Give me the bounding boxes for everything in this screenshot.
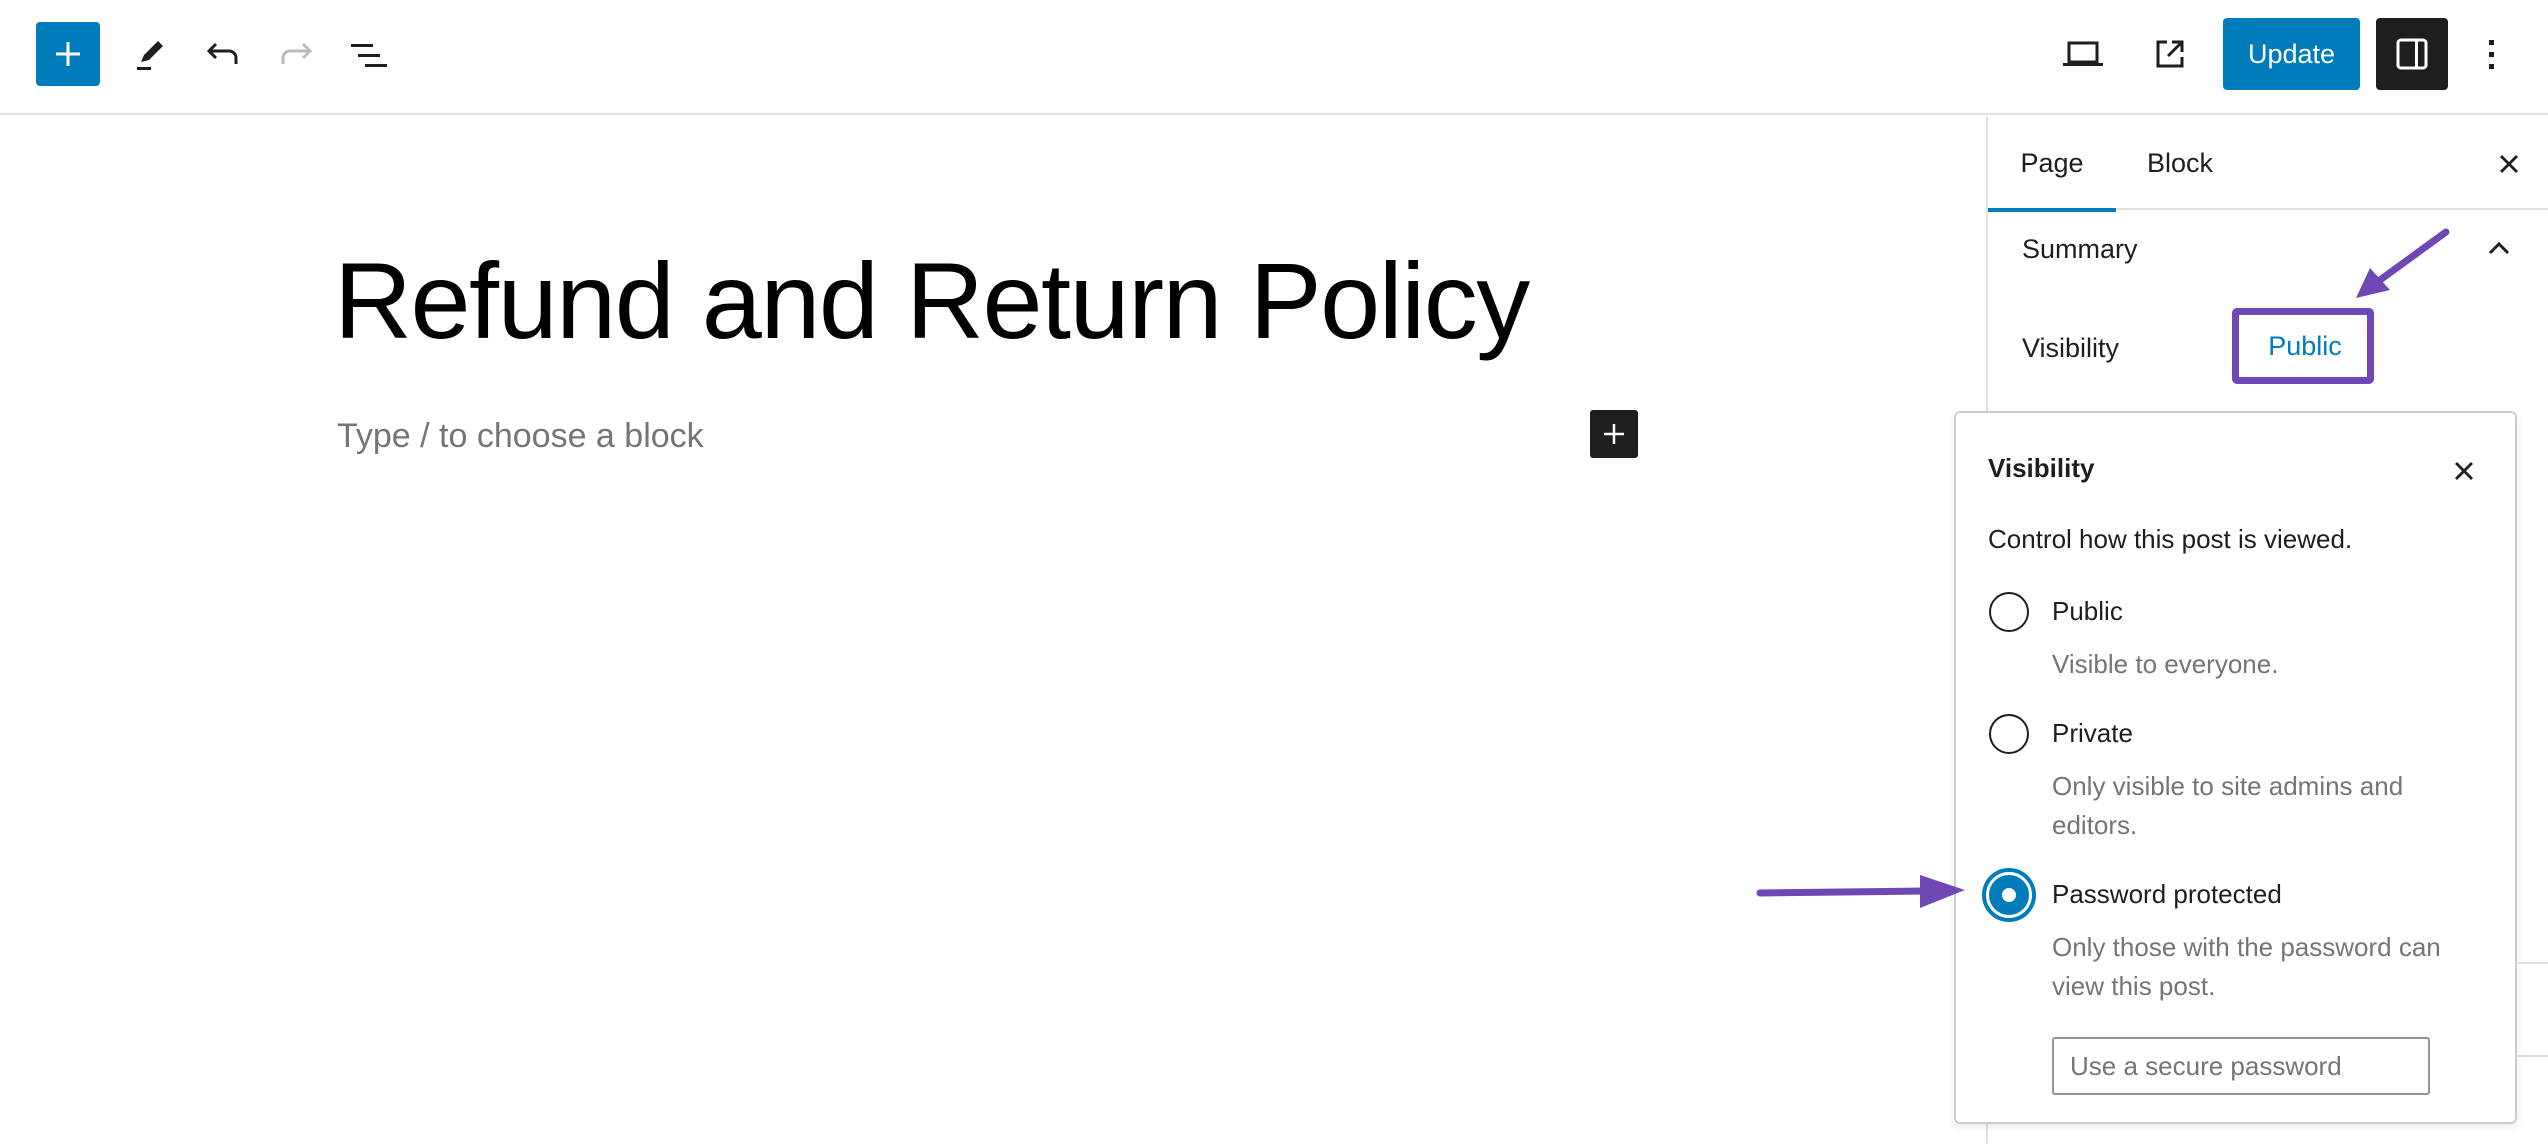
visibility-toggle-button[interactable]: Public [2238, 312, 2372, 380]
settings-sidebar-toggle[interactable] [2376, 18, 2448, 90]
close-icon [2455, 462, 2473, 480]
list-view-icon [351, 44, 387, 67]
radio-help-private: Only visible to site admins and editors. [2052, 771, 2404, 840]
visibility-popover: Visibility Control how this post is view… [1954, 411, 2517, 1124]
summary-title: Summary [2022, 234, 2138, 264]
block-inserter-button[interactable] [36, 22, 100, 86]
plus-icon [56, 42, 80, 66]
popover-description: Control how this post is viewed. [1988, 524, 2353, 554]
view-page-button[interactable] [2138, 22, 2202, 86]
summary-collapse-toggle[interactable] [2475, 224, 2523, 272]
panel-divider [2518, 962, 2548, 964]
password-input[interactable] [2052, 1037, 2430, 1095]
redo-button[interactable] [264, 22, 328, 86]
popover-title: Visibility [1988, 453, 2095, 483]
list-view-button[interactable] [336, 22, 400, 86]
chevron-up-icon [2488, 241, 2510, 255]
close-sidebar-button[interactable] [2488, 143, 2530, 185]
radio-label-password-protected[interactable]: Password protected [2052, 879, 2282, 910]
undo-button[interactable] [191, 22, 255, 86]
radio-label-private[interactable]: Private [2052, 718, 2133, 749]
plus-icon [1604, 424, 1624, 444]
external-link-icon [2156, 40, 2184, 68]
radio-password-protected[interactable] [1982, 868, 2036, 922]
tools-button[interactable] [118, 22, 182, 86]
sidebar-toggle-icon [2396, 38, 2428, 70]
tab-page[interactable]: Page [1988, 117, 2116, 212]
laptop-icon [2063, 41, 2103, 66]
radio-help-public: Visible to everyone. [2052, 649, 2279, 679]
radio-private[interactable] [1989, 714, 2029, 754]
block-placeholder[interactable]: Type / to choose a block [337, 417, 704, 456]
tab-block[interactable]: Block [2116, 117, 2244, 210]
undo-icon [206, 42, 238, 64]
close-icon [2500, 155, 2518, 173]
update-button[interactable]: Update [2223, 18, 2360, 90]
visibility-label: Visibility [2022, 333, 2120, 363]
options-menu-button[interactable] [2470, 22, 2514, 86]
radio-help-password-protected: Only those with the password can view th… [2052, 932, 2441, 1001]
post-title[interactable]: Refund and Return Policy [334, 247, 1530, 355]
panel-divider [2518, 1055, 2548, 1057]
editor-canvas: Refund and Return Policy Type / to choos… [0, 117, 1986, 1144]
redo-icon [281, 42, 313, 64]
radio-label-public[interactable]: Public [2052, 596, 2123, 627]
preview-button[interactable] [2051, 22, 2115, 86]
close-popover-button[interactable] [2444, 451, 2484, 491]
radio-public[interactable] [1989, 592, 2029, 632]
sidebar-tabs: Page Block [1988, 117, 2548, 212]
pencil-icon [137, 41, 163, 70]
kebab-menu-icon [2489, 40, 2494, 69]
summary-panel-header: Summary [1988, 212, 2548, 282]
editor-header: Update [0, 0, 2548, 115]
inline-block-inserter-button[interactable] [1590, 410, 1638, 458]
